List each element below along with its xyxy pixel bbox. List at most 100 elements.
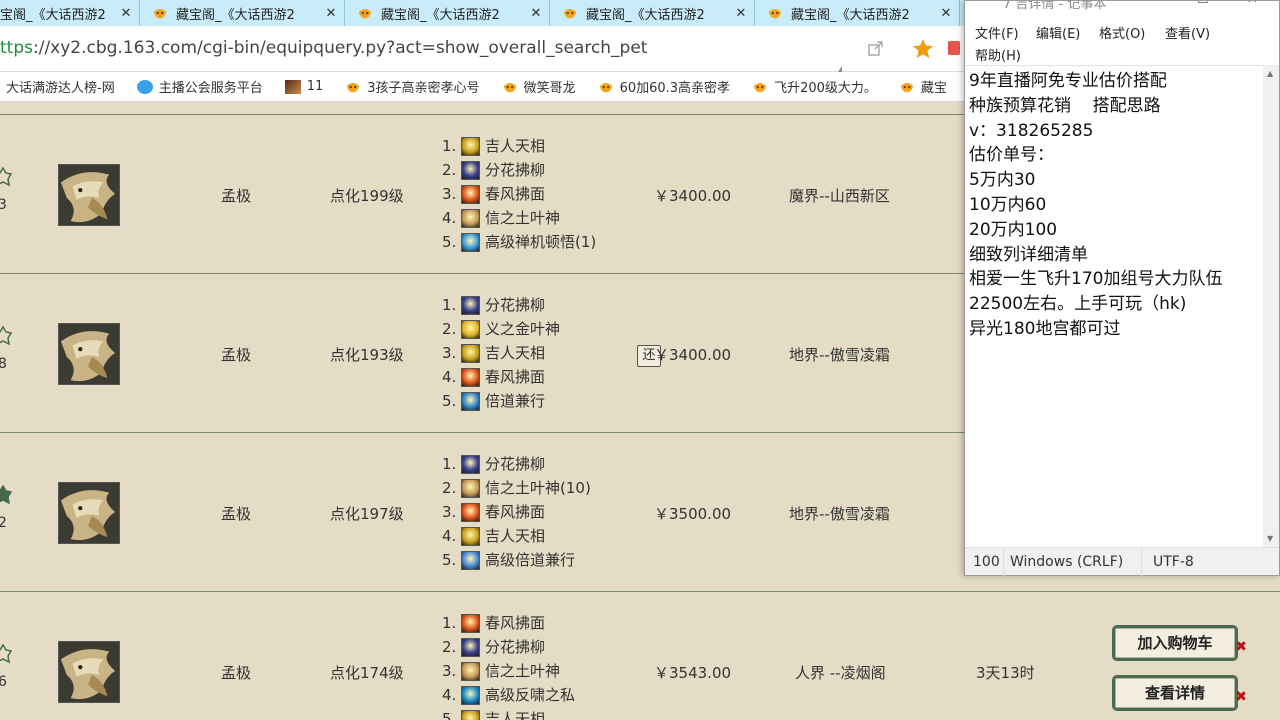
url-scheme: ttps [0, 38, 33, 58]
skill-icon [461, 343, 480, 363]
skill-item[interactable]: 4. 高级反啸之私 [442, 683, 575, 707]
bookmark-item[interactable]: 微笑哥龙 [502, 77, 576, 96]
pet-name: 孟极 [221, 346, 252, 364]
url-field[interactable]: ttps://xy2.cbg.163.com/cgi-bin/equipquer… [0, 38, 647, 58]
skill-item[interactable]: 2. 义之金叶神 [442, 317, 560, 341]
skill-name: 信之土叶神 [485, 209, 561, 227]
favorite-icon[interactable] [0, 167, 12, 187]
skill-item[interactable]: 5. 倍道兼行 [442, 389, 560, 413]
skill-item[interactable]: 3. 春风拂面 [442, 182, 596, 206]
tab-title: 藏宝阁_《大话西游2 [586, 7, 705, 23]
status-separator [1141, 548, 1142, 576]
skill-item[interactable]: 4. 吉人天相 [442, 524, 591, 548]
menu-file[interactable]: 文件(F) [975, 23, 1019, 42]
menu-edit[interactable]: 编辑(E) [1036, 23, 1080, 42]
tab-close-icon[interactable]: ✕ [527, 6, 545, 21]
pet-avatar-image[interactable] [58, 482, 120, 544]
skill-item[interactable]: 5. 高级倍道兼行 [442, 548, 591, 572]
skill-name: 分花拂柳 [485, 161, 546, 179]
remove-icon[interactable]: ✖ [1235, 632, 1247, 662]
tab-close-icon[interactable]: ✕ [732, 6, 750, 21]
bookmark-item[interactable]: 飞升200级大力。 [752, 77, 877, 96]
share-icon[interactable] [868, 40, 884, 56]
skill-item[interactable]: 3. 春风拂面 [442, 500, 591, 524]
bookmark-item[interactable]: 藏宝 [899, 77, 947, 96]
add-to-cart-label: 加入购物车 [1137, 634, 1213, 652]
menu-help[interactable]: 帮助(H) [975, 45, 1021, 64]
add-to-cart-button[interactable]: 加入购物车 ✖ [1112, 625, 1247, 661]
skill-item[interactable]: 5. 吉人天相 [442, 707, 575, 720]
menu-format[interactable]: 格式(O) [1099, 23, 1145, 42]
skill-name: 吉人天相 [485, 137, 546, 155]
skill-name: 春风拂面 [485, 368, 546, 386]
favorite-icon[interactable] [0, 485, 12, 505]
tab-title: 宝阁_《大话西游2 [0, 7, 106, 23]
remove-icon[interactable]: ✖ [1235, 682, 1247, 712]
view-detail-label: 查看详情 [1144, 684, 1205, 702]
pet-avatar-image[interactable] [58, 641, 120, 703]
notepad-line: 种族预算花销 搭配思路 [969, 95, 1161, 116]
maximize-icon[interactable]: ☐ [1197, 1, 1209, 7]
skill-item[interactable]: 4. 春风拂面 [442, 365, 560, 389]
browser-tab[interactable]: 藏宝阁_《大话西游2 ✕ [140, 0, 345, 26]
skill-item[interactable]: 3. 吉人天相 [442, 341, 560, 365]
skill-number: 3. [442, 344, 457, 362]
skill-number: 2. [442, 161, 457, 179]
tab-close-icon[interactable]: ✕ [937, 6, 955, 21]
skill-item[interactable]: 1. 分花拂柳 [442, 293, 560, 317]
favorite-icon[interactable] [0, 644, 12, 664]
skill-item[interactable]: 1. 分花拂柳 [442, 452, 591, 476]
extension-icon[interactable] [946, 39, 962, 57]
bookmark-item[interactable]: 60加60.3高亲密孝 [598, 77, 731, 96]
skill-number: 4. [442, 527, 457, 545]
skill-icon [461, 295, 480, 315]
price: ￥3500.00 [654, 505, 732, 523]
skill-item[interactable]: 4. 信之土叶神 [442, 206, 596, 230]
bookmark-label: 藏宝 [920, 81, 947, 96]
close-icon[interactable]: ✕ [1247, 1, 1258, 7]
pet-name: 孟极 [221, 664, 252, 682]
bookmark-item[interactable]: 11 [284, 79, 323, 94]
skill-list: 1. 分花拂柳 2. 信之土叶神(10) 3. 春风拂面 4. 吉人天相 5. 高级倍道兼行 [442, 452, 591, 572]
skill-name: 分花拂柳 [485, 455, 546, 473]
browser-tab[interactable]: 宝阁_《大话西游2 ✕ [0, 0, 140, 26]
bookmark-item[interactable]: 主播公会服务平台 [136, 77, 263, 96]
skill-icon [461, 709, 480, 720]
notepad-window: 7 吉详情 - 记事本 — ☐ ✕ 文件(F) 编辑(E) 格式(O) 查看(V… [964, 0, 1280, 576]
skill-item[interactable]: 1. 春风拂面 [442, 611, 575, 635]
remaining-time: 3天13时 [976, 664, 1035, 682]
minimize-icon[interactable]: — [1152, 1, 1165, 7]
bookmark-item[interactable]: 大话满游达人榜-网 [6, 77, 115, 96]
view-detail-button[interactable]: 查看详情 ✖ [1112, 675, 1247, 711]
browser-tab[interactable]: 藏宝阁_《大话西游2 ✕ [755, 0, 960, 26]
skill-item[interactable]: 2. 信之土叶神(10) [442, 476, 591, 500]
notepad-line: v：318265285 [969, 120, 1094, 141]
skill-item[interactable]: 2. 分花拂柳 [442, 158, 596, 182]
menu-view[interactable]: 查看(V) [1165, 23, 1210, 42]
server-name: 地界--傲雪凌霜 [789, 505, 890, 523]
notepad-menu-bar: 文件(F) 编辑(E) 格式(O) 查看(V) 帮助(H) [965, 19, 1279, 65]
skill-item[interactable]: 1. 吉人天相 [442, 134, 596, 158]
bookmark-star-icon[interactable] [912, 38, 934, 59]
skill-item[interactable]: 5. 高级禅机顿悟(1) [442, 230, 596, 254]
skill-item[interactable]: 2. 分花拂柳 [442, 635, 575, 659]
browser-tab[interactable]: 藏宝阁_《大话西游2 ✕ [345, 0, 550, 26]
notepad-text-area[interactable]: 9年直播阿免专业估价搭配 种族预算花销 搭配思路 v：318265285 估价单号： 5… [965, 65, 1263, 547]
scroll-down-icon[interactable]: ▼ [1267, 534, 1273, 543]
tab-close-icon[interactable]: ✕ [117, 6, 135, 21]
bookmark-item[interactable]: 3孩子高亲密孝心号 [345, 77, 480, 96]
skill-list: 1. 春风拂面 2. 分花拂柳 3. 信之土叶神 4. 高级反啸之私 5. 吉人天相 [442, 611, 575, 720]
skill-item[interactable]: 3. 信之土叶神 [442, 659, 575, 683]
scroll-up-icon[interactable]: ▲ [1267, 69, 1273, 78]
tab-close-icon[interactable]: ✕ [322, 6, 340, 21]
skill-number: 5. [442, 392, 457, 410]
notepad-scrollbar[interactable]: ▲ ▼ [1263, 65, 1279, 547]
bookmark-label: 60加60.3高亲密孝 [619, 81, 731, 96]
pet-avatar-image[interactable] [58, 164, 120, 226]
pet-avatar-image[interactable] [58, 323, 120, 385]
skill-icon [461, 319, 480, 339]
skill-name: 吉人天相 [485, 344, 546, 362]
status-zoom: 100 [973, 554, 1000, 570]
favorite-icon[interactable] [0, 326, 12, 346]
browser-tab[interactable]: 藏宝阁_《大话西游2 ✕ [550, 0, 755, 26]
